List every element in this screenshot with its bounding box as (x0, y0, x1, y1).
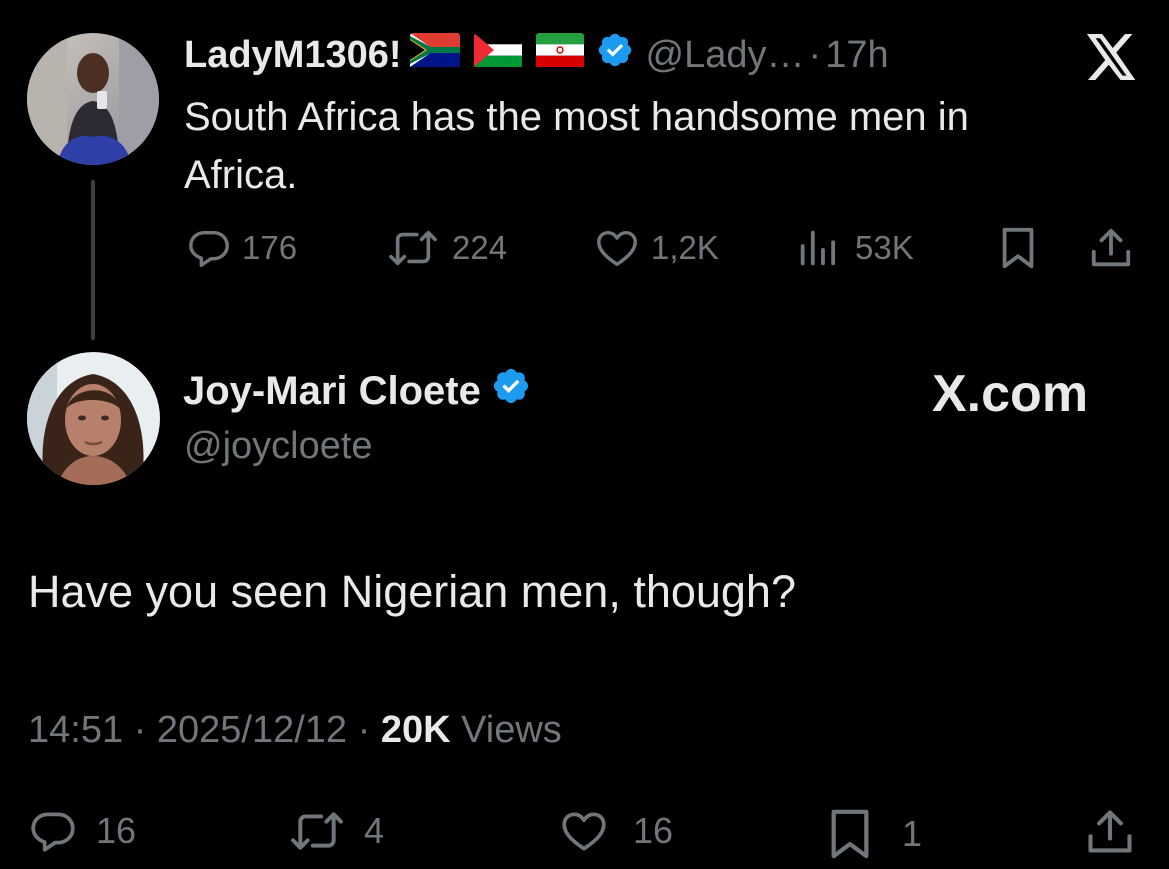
meta-dot-2: · (357, 709, 371, 751)
joy-avatar-image (27, 352, 160, 485)
ladym-display-name[interactable]: LadyM1306! (184, 34, 402, 77)
bookmark-icon (831, 809, 869, 859)
ladym-post-time[interactable]: 17h (825, 34, 888, 77)
palestine-flag-icon (473, 33, 522, 77)
thread-connector-line (91, 180, 95, 340)
post-metadata: 14:51 · 2025/12/12 · 20K Views (28, 705, 562, 755)
bookmark-icon (1002, 227, 1034, 269)
ladym-handle[interactable]: @Lady… (646, 34, 805, 77)
ladym-avatar-image (27, 33, 159, 165)
joy-bookmark-button[interactable]: 1 (826, 806, 922, 862)
ladym-post-text: South Africa has the most handsome men i… (184, 88, 969, 204)
joy-avatar[interactable] (27, 352, 160, 485)
joy-reply-count: 16 (96, 810, 137, 851)
joy-handle[interactable]: @joycloete (184, 422, 373, 470)
ladym-reply-count: 176 (242, 229, 298, 266)
ladym-like-count: 1,2K (651, 229, 719, 266)
views-count: 20K (380, 709, 451, 751)
views-label: Views (461, 709, 562, 751)
share-icon (1091, 228, 1131, 267)
post-date[interactable]: 2025/12/12 (157, 709, 347, 751)
joy-like-button[interactable]: 16 (555, 806, 673, 856)
heart-icon (597, 230, 637, 267)
repost-icon (291, 812, 343, 850)
joy-display-name[interactable]: Joy-Mari Cloete (183, 369, 481, 414)
header-separator: · (808, 33, 822, 76)
ladym-share-button[interactable] (1088, 225, 1134, 271)
x-com-watermark: X.com (932, 365, 1089, 423)
joy-repost-button[interactable]: 4 (286, 806, 384, 856)
analytics-icon (800, 230, 836, 266)
joy-post-text: Have you seen Nigerian men, though? (28, 566, 796, 617)
ladym-avatar[interactable] (27, 33, 159, 165)
verified-badge-icon (491, 366, 531, 416)
ladym-post-text-line1: South Africa has the most handsome men i… (184, 95, 969, 139)
south-africa-flag-icon (409, 33, 460, 77)
verified-badge-icon (596, 31, 634, 79)
share-icon (1088, 810, 1132, 853)
x-logo-icon (1086, 34, 1138, 85)
joy-reply-button[interactable]: 16 (28, 806, 136, 856)
meta-dot-1: · (133, 709, 147, 751)
joy-share-button[interactable] (1084, 806, 1136, 858)
reply-icon (189, 230, 229, 267)
post-time[interactable]: 14:51 (28, 709, 123, 751)
joy-header: Joy-Mari Cloete (183, 366, 531, 416)
joy-bookmark-count: 1 (902, 813, 923, 854)
ladym-post-text-line2: Africa. (184, 153, 298, 197)
ladym-views-button[interactable]: 53K (795, 225, 914, 271)
joy-repost-count: 4 (364, 810, 385, 851)
joy-like-count: 16 (633, 810, 674, 851)
ladym-header: LadyM1306! @Lady… · 17h (184, 30, 889, 80)
ladym-repost-button[interactable]: 224 (384, 225, 507, 271)
iran-flag-icon (535, 33, 584, 77)
repost-icon (389, 230, 437, 266)
reply-icon (31, 812, 75, 852)
ladym-views-count: 53K (855, 229, 914, 266)
ladym-like-button[interactable]: 1,2K (593, 225, 719, 271)
heart-icon (562, 812, 606, 851)
ladym-bookmark-button[interactable] (997, 225, 1039, 271)
ladym-reply-button[interactable]: 176 (186, 225, 297, 271)
ladym-repost-count: 224 (452, 229, 508, 266)
